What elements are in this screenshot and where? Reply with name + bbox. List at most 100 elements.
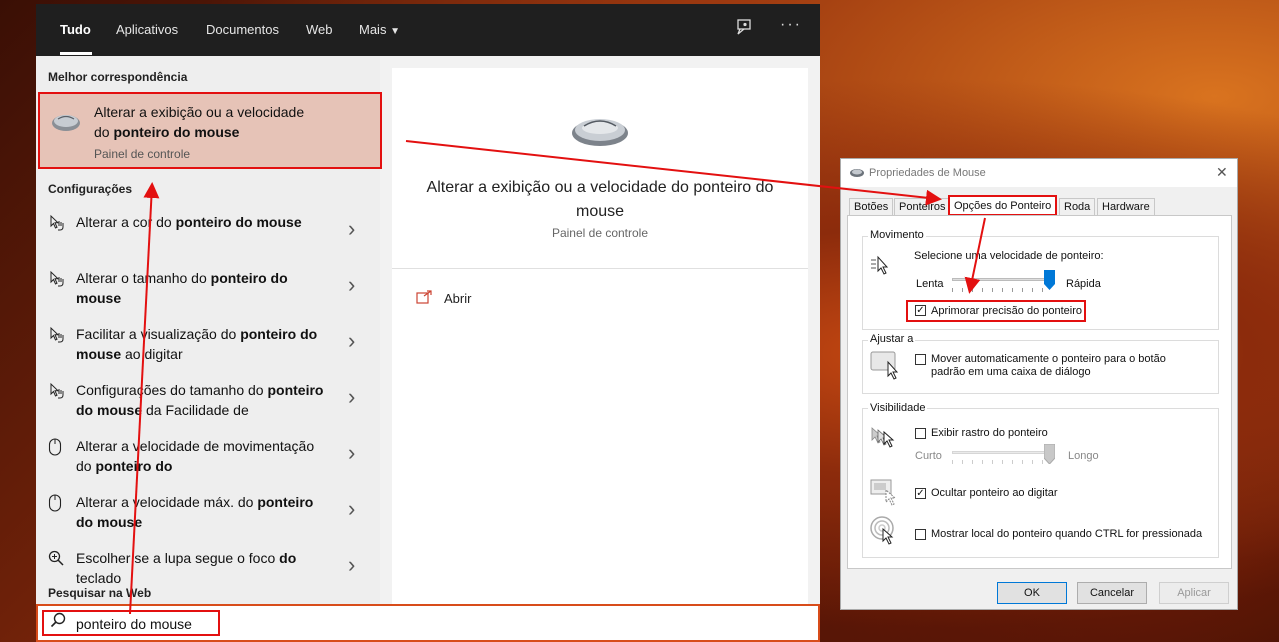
settings-item-label-part: ponteiro do mouse xyxy=(175,214,302,230)
settings-item[interactable]: Configurações do tamanho do ponteiro do … xyxy=(36,380,380,436)
hide-while-typing-checkbox[interactable]: ✓ xyxy=(915,488,926,499)
speed-slow-label: Lenta xyxy=(916,278,944,290)
pointer-speed-icon xyxy=(870,254,892,279)
precision-label: Aprimorar precisão do ponteiro xyxy=(931,305,1083,317)
chevron-right-icon: › xyxy=(348,328,356,353)
search-box[interactable]: ponteiro do mouse xyxy=(36,604,820,642)
dialog-title: Propriedades de Mouse xyxy=(869,167,986,179)
settings-item-label: Facilitar a visualização do ponteiro do … xyxy=(76,324,326,364)
chevron-right-icon: › xyxy=(348,440,356,465)
preview-pane: Alterar a exibição ou a velocidade do po… xyxy=(392,68,808,642)
settings-item-label-part: Facilitar a visualização do xyxy=(76,326,241,342)
settings-item-label-part: ponteiro do xyxy=(95,458,173,474)
dialog-titlebar: Propriedades de Mouse ✕ xyxy=(841,159,1237,187)
tab-buttons[interactable]: Botões xyxy=(849,198,894,215)
mouse-icon xyxy=(570,114,630,151)
tab-pointers[interactable]: Ponteiros xyxy=(894,198,951,215)
ctrl-location-checkbox[interactable] xyxy=(915,529,926,540)
close-icon[interactable]: ✕ xyxy=(1216,164,1228,181)
tab-documents[interactable]: Documentos xyxy=(206,22,279,37)
open-action[interactable]: Abrir xyxy=(444,291,471,306)
best-match-line2-pre: do xyxy=(94,124,114,140)
open-icon[interactable] xyxy=(416,290,432,307)
settings-item-label-part: do xyxy=(279,550,297,566)
settings-item[interactable]: Facilitar a visualização do ponteiro do … xyxy=(36,324,380,380)
snap-to-icon xyxy=(870,350,902,383)
magnifier-icon xyxy=(48,550,66,568)
settings-item[interactable]: Alterar a cor do ponteiro do mouse › xyxy=(36,212,380,268)
settings-item-label-part: Escolher se a lupa segue o foco xyxy=(76,550,280,566)
best-match-title: Alterar a exibição ou a velocidade do po… xyxy=(94,102,364,142)
mouse-icon xyxy=(48,438,66,456)
preview-title: Alterar a exibição ou a velocidade do po… xyxy=(426,179,774,220)
more-options-icon[interactable]: ··· xyxy=(780,16,802,34)
visibility-group-label: Visibilidade xyxy=(868,402,928,414)
chevron-right-icon: › xyxy=(348,384,356,409)
settings-item-label: Alterar a cor do ponteiro do mouse xyxy=(76,212,326,232)
settings-item-label-part: Alterar a velocidade máx. do xyxy=(76,494,258,510)
tab-all[interactable]: Tudo xyxy=(60,22,91,37)
trails-checkbox[interactable] xyxy=(915,428,926,439)
search-input[interactable]: ponteiro do mouse xyxy=(76,616,192,632)
settings-item-label-part: da Facilidade de xyxy=(142,402,249,418)
ok-button[interactable]: OK xyxy=(997,582,1067,604)
snap-group-label: Ajustar a xyxy=(868,333,916,345)
mouse-icon xyxy=(849,168,865,181)
pointer-hand-icon xyxy=(48,326,66,344)
preview-subtitle: Painel de controle xyxy=(551,226,649,240)
tab-wheel[interactable]: Roda xyxy=(1059,198,1096,215)
chevron-down-icon: ▼ xyxy=(390,26,400,37)
tab-pointer-options[interactable]: Opções do Ponteiro xyxy=(948,195,1058,216)
snap-label-line1: Mover automaticamente o ponteiro para o … xyxy=(931,353,1166,365)
pointer-hand-icon xyxy=(48,382,66,400)
best-match-line2-bold: ponteiro do mouse xyxy=(113,124,240,140)
tab-web[interactable]: Web xyxy=(306,22,333,37)
tab-hardware[interactable]: Hardware xyxy=(1097,198,1155,215)
settings-item-label: Alterar a velocidade máx. do ponteiro do… xyxy=(76,492,326,532)
feedback-icon[interactable] xyxy=(736,18,754,41)
snap-label-line2: padrão em uma caixa de diálogo xyxy=(931,366,1091,378)
best-match-item[interactable]: Alterar a exibição ou a velocidade do po… xyxy=(38,92,382,169)
divider xyxy=(392,268,808,269)
settings-item-label-part: Configurações do tamanho do xyxy=(76,382,268,398)
mouse-icon xyxy=(50,112,82,135)
trails-slider-ticks xyxy=(952,460,1052,464)
settings-item[interactable]: Alterar a velocidade de movimentação do … xyxy=(36,436,380,492)
chevron-right-icon: › xyxy=(348,216,356,241)
chevron-right-icon: › xyxy=(348,272,356,297)
chevron-right-icon: › xyxy=(348,552,356,577)
settings-item-label: Alterar o tamanho do ponteiro do mouse xyxy=(76,268,326,308)
tab-more[interactable]: Mais ▼ xyxy=(359,22,400,37)
best-match-subtitle: Painel de controle xyxy=(94,147,191,161)
hide-while-typing-label: Ocultar ponteiro ao digitar xyxy=(931,487,1058,499)
settings-item[interactable]: Escolher se a lupa segue o foco do tecla… xyxy=(36,548,380,604)
apply-button[interactable]: Aplicar xyxy=(1159,582,1229,604)
speed-slider-thumb[interactable] xyxy=(1044,270,1055,290)
mouse-properties-dialog: Propriedades de Mouse ✕ Botões Ponteiros… xyxy=(840,158,1238,610)
snap-checkbox[interactable] xyxy=(915,354,926,365)
pointer-hand-icon xyxy=(48,214,66,232)
tab-more-label: Mais xyxy=(359,22,387,37)
precision-checkbox[interactable]: ✓ xyxy=(915,305,926,316)
ctrl-location-label: Mostrar local do ponteiro quando CTRL fo… xyxy=(931,528,1203,540)
tab-apps[interactable]: Aplicativos xyxy=(116,22,178,37)
pointer-options-panel: Movimento Selecione uma velocidade de po… xyxy=(847,215,1232,569)
trails-slider-thumb[interactable] xyxy=(1044,444,1055,464)
settings-item-label-part: teclado xyxy=(76,570,122,586)
trails-long-label: Longo xyxy=(1068,450,1099,462)
settings-heading: Configurações xyxy=(48,182,133,196)
best-match-line1: Alterar a exibição ou a velocidade xyxy=(94,104,305,120)
trails-short-label: Curto xyxy=(915,450,942,462)
cancel-button[interactable]: Cancelar xyxy=(1077,582,1147,604)
active-tab-indicator xyxy=(60,52,92,55)
settings-item-label: Alterar a velocidade de movimentação do … xyxy=(76,436,326,476)
pointer-hand-icon xyxy=(48,270,66,288)
settings-item-label-part: Alterar a cor do xyxy=(76,214,176,230)
mouse-icon xyxy=(48,494,66,512)
motion-group-label: Movimento xyxy=(868,229,926,241)
settings-item-label: Configurações do tamanho do ponteiro do … xyxy=(76,380,326,420)
hide-while-typing-icon xyxy=(870,478,900,509)
settings-item[interactable]: Alterar o tamanho do ponteiro do mouse › xyxy=(36,268,380,324)
show-location-icon xyxy=(870,516,900,549)
settings-item[interactable]: Alterar a velocidade máx. do ponteiro do… xyxy=(36,492,380,548)
